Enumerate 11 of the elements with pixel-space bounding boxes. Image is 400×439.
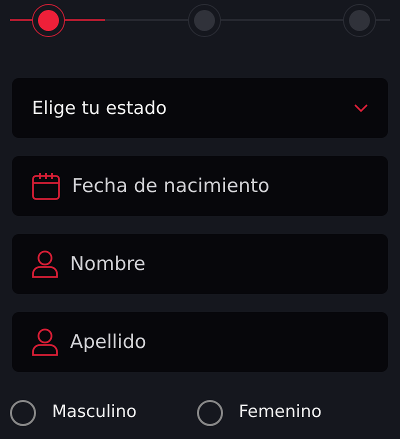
person-icon	[32, 250, 58, 278]
calendar-icon	[32, 172, 60, 200]
radio-option[interactable]: Masculino	[10, 400, 137, 426]
input-field[interactable]: Fecha de nacimiento	[12, 156, 388, 216]
input-field[interactable]: Apellido	[12, 312, 388, 372]
person-icon	[32, 328, 58, 356]
chevron-down-icon	[354, 104, 368, 112]
radio-option[interactable]: Femenino	[196, 400, 322, 426]
state-dropdown[interactable]: Elige tu estado	[12, 78, 388, 138]
input-field[interactable]: Nombre	[12, 234, 388, 294]
step-indicator[interactable]	[32, 4, 65, 37]
